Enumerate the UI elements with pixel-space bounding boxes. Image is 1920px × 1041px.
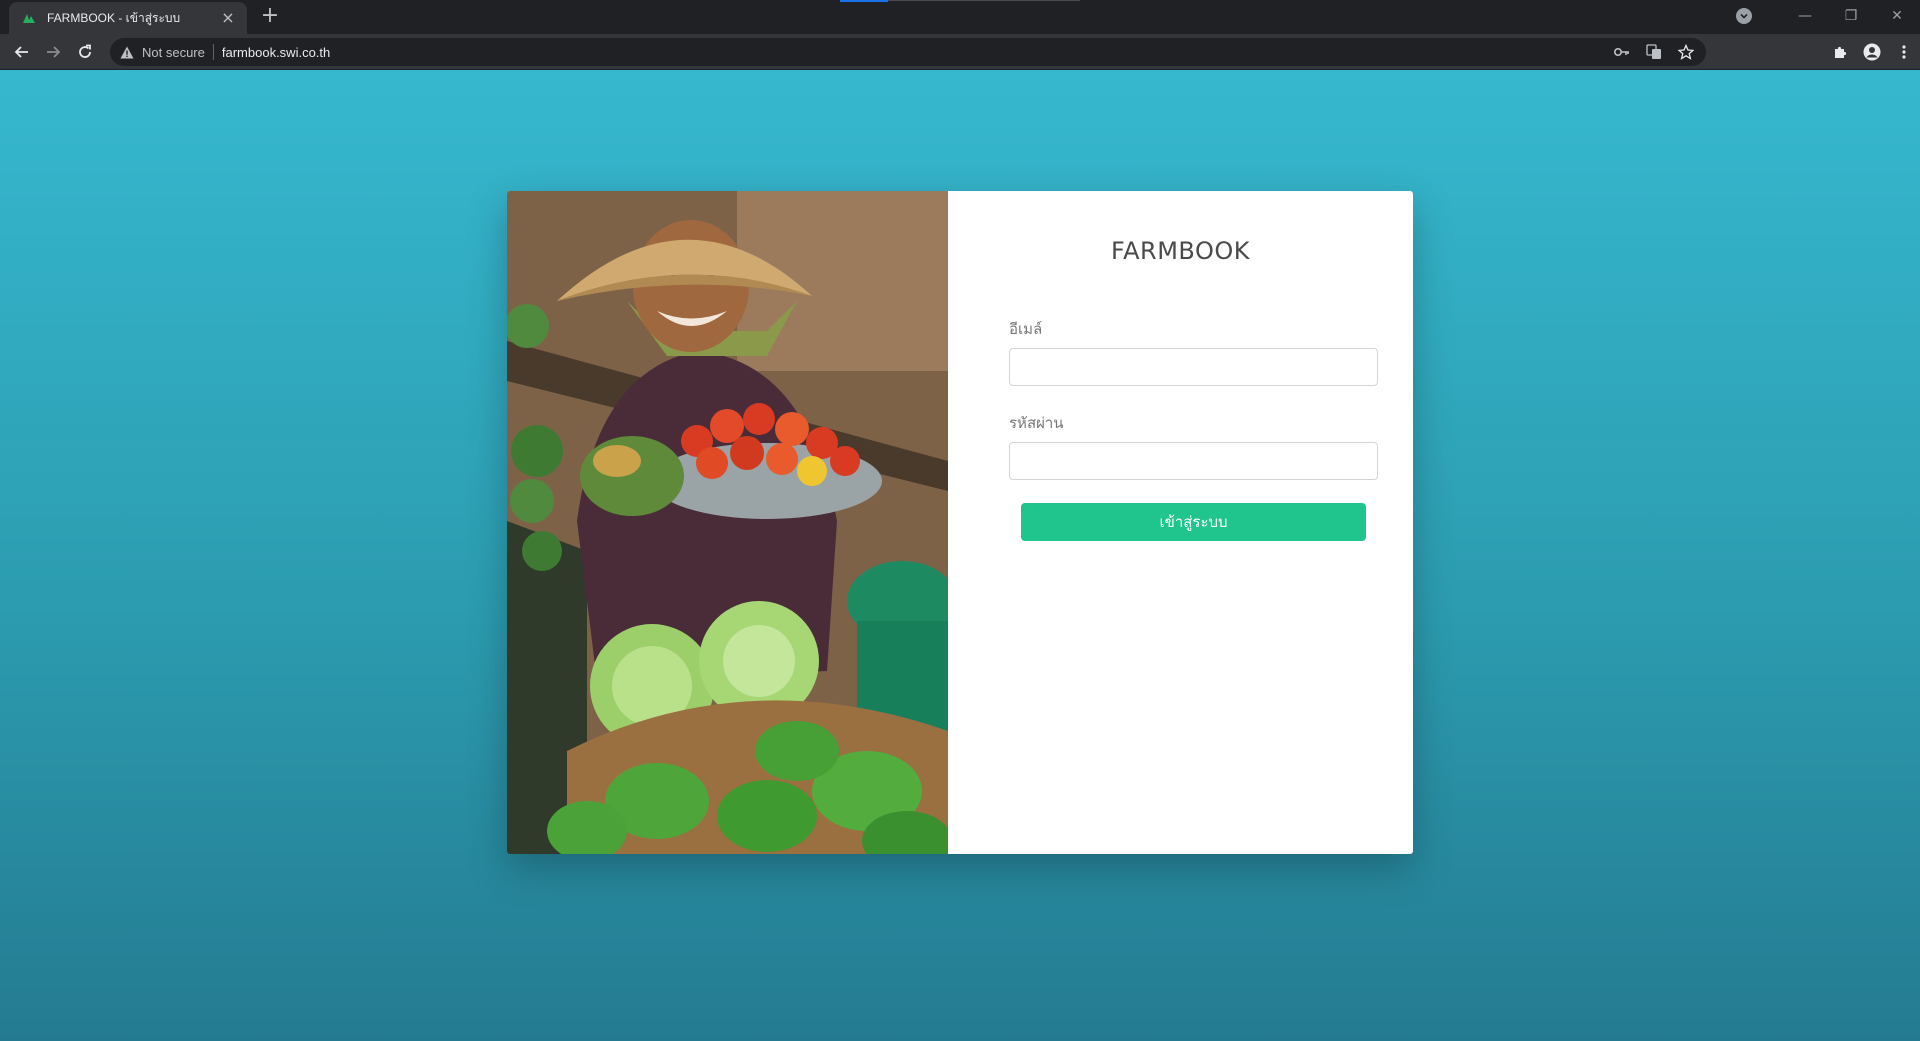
toolbar-actions (1824, 40, 1920, 64)
browser-toolbar: Not secure farmbook.swi.co.th (0, 34, 1920, 70)
email-label: อีเมล์ (1009, 320, 1043, 338)
email-input[interactable] (1009, 348, 1378, 386)
window-controls: — ❐ ✕ (1736, 0, 1920, 32)
close-window-button[interactable]: ✕ (1874, 0, 1920, 32)
tabstrip-indicator (840, 0, 888, 2)
reload-icon[interactable] (73, 40, 97, 64)
kebab-menu-icon[interactable] (1888, 40, 1920, 64)
key-icon[interactable] (1612, 42, 1632, 62)
tab-title: FARMBOOK - เข้าสู่ระบบ (47, 10, 181, 25)
omnibox-divider (212, 44, 214, 60)
minimize-button[interactable]: — (1782, 0, 1828, 32)
maximize-button[interactable]: ❐ (1828, 0, 1874, 32)
forward-icon[interactable] (41, 40, 65, 64)
extensions-puzzle-icon[interactable] (1824, 40, 1856, 64)
profile-avatar-icon[interactable] (1856, 40, 1888, 64)
warning-icon[interactable] (118, 43, 136, 61)
password-label: รหัสผ่าน (1009, 414, 1064, 432)
brand-title: FARMBOOK (1111, 237, 1250, 265)
tabstrip-divider (888, 0, 1080, 1)
back-icon[interactable] (10, 40, 34, 64)
tab-close-icon[interactable]: × (219, 9, 237, 27)
login-card: FARMBOOK อีเมล์ รหัสผ่าน เข้าสู่ระบบ (507, 191, 1413, 854)
bookmark-star-icon[interactable] (1676, 42, 1696, 62)
omnibox-actions (1612, 42, 1696, 62)
page-viewport: FARMBOOK อีเมล์ รหัสผ่าน เข้าสู่ระบบ (0, 70, 1920, 1041)
login-form: FARMBOOK อีเมล์ รหัสผ่าน เข้าสู่ระบบ (948, 191, 1413, 854)
browser-tabstrip: FARMBOOK - เข้าสู่ระบบ × + — ❐ ✕ (0, 0, 1920, 34)
tab-search-icon[interactable] (1736, 8, 1752, 24)
password-input[interactable] (1009, 442, 1378, 480)
farmbook-favicon-icon (21, 10, 37, 26)
browser-tab[interactable]: FARMBOOK - เข้าสู่ระบบ × (9, 2, 247, 34)
login-submit-button[interactable]: เข้าสู่ระบบ (1021, 503, 1366, 541)
url-text[interactable]: farmbook.swi.co.th (222, 45, 330, 60)
farmer-market-photo (507, 191, 948, 854)
translate-icon[interactable] (1644, 42, 1664, 62)
new-tab-button[interactable]: + (258, 5, 282, 29)
address-bar[interactable]: Not secure farmbook.swi.co.th (110, 38, 1706, 66)
security-status[interactable]: Not secure (142, 45, 205, 60)
